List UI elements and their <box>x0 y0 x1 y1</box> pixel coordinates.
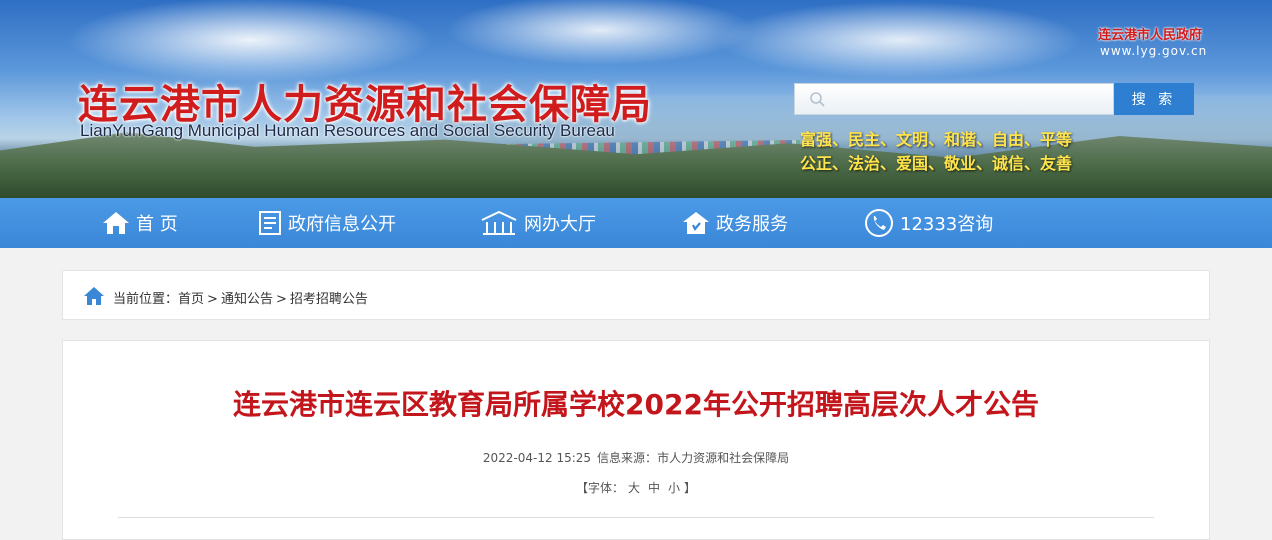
nav-label: 网办大厅 <box>524 214 596 235</box>
source-label: 信息来源： <box>597 451 658 465</box>
breadcrumb-panel: 当前位置：首页 > 通知公告 > 招考招聘公告 <box>62 270 1210 320</box>
font-size-selector: 【字体： 大中小】 <box>63 479 1209 496</box>
search-box <box>794 83 1114 116</box>
nav-item-gov-services[interactable]: 政务服务 <box>682 198 788 248</box>
service-house-icon <box>683 212 709 234</box>
breadcrumb-recruitment[interactable]: 招考招聘公告 <box>290 292 368 307</box>
article-panel: 连云港市连云区教育局所属学校2022年公开招聘高层次人才公告 2022-04-1… <box>62 340 1210 540</box>
nav-label: 12333咨询 <box>900 214 994 235</box>
document-icon <box>259 211 281 235</box>
breadcrumb-notices[interactable]: 通知公告 <box>221 292 273 307</box>
divider <box>118 517 1154 518</box>
gov-link[interactable]: 连云港市人民政府 <box>1098 24 1202 43</box>
nav-item-online-hall[interactable]: 网办大厅 <box>480 198 596 248</box>
gov-url[interactable]: www.lyg.gov.cn <box>1100 44 1207 58</box>
site-subtitle: LianYunGang Municipal Human Resources an… <box>80 121 615 140</box>
publish-time: 2022-04-12 15:25 <box>482 451 592 465</box>
source-value: 市人力资源和社会保障局 <box>657 451 790 465</box>
breadcrumb-separator: > <box>207 292 218 307</box>
breadcrumb-home[interactable]: 首页 <box>178 292 204 307</box>
article-meta: 2022-04-12 15:25 信息来源：市人力资源和社会保障局 <box>63 449 1209 466</box>
font-size-open: 【字体： <box>575 481 624 495</box>
breadcrumb: 当前位置：首页 > 通知公告 > 招考招聘公告 <box>113 288 368 307</box>
nav-label: 政务服务 <box>716 214 788 235</box>
main-nav: 首 页 政府信息公开 网办大厅 政务服务 12333咨询 <box>0 198 1272 248</box>
font-size-close: 】 <box>684 481 697 495</box>
nav-item-gov-info[interactable]: 政府信息公开 <box>258 198 396 248</box>
slogan-line-1: 富强、民主、文明、和谐、自由、平等 <box>800 130 1073 149</box>
search-button[interactable]: 搜 索 <box>1114 83 1194 115</box>
nav-item-home[interactable]: 首 页 <box>102 198 178 248</box>
building-icon <box>481 210 517 235</box>
header-banner: 连云港市人力资源和社会保障局 LianYunGang Municipal Hum… <box>0 0 1272 198</box>
nav-label: 政府信息公开 <box>288 214 396 235</box>
nav-label: 首 页 <box>136 214 178 235</box>
article-title: 连云港市连云区教育局所属学校2022年公开招聘高层次人才公告 <box>233 388 1039 421</box>
search-input[interactable] <box>835 84 1109 116</box>
font-size-medium[interactable]: 中 <box>648 481 660 495</box>
nav-item-consult-12333[interactable]: 12333咨询 <box>864 198 993 248</box>
slogan-line-2: 公正、法治、爱国、敬业、诚信、友善 <box>800 154 1073 173</box>
home-icon <box>103 212 129 234</box>
breadcrumb-separator: > <box>275 292 287 307</box>
breadcrumb-prefix: 当前位置： <box>113 292 179 307</box>
search-icon <box>810 92 825 107</box>
phone-icon <box>865 209 893 237</box>
font-size-large[interactable]: 大 <box>628 481 640 495</box>
home-icon <box>84 287 104 305</box>
font-size-small[interactable]: 小 <box>668 481 680 495</box>
